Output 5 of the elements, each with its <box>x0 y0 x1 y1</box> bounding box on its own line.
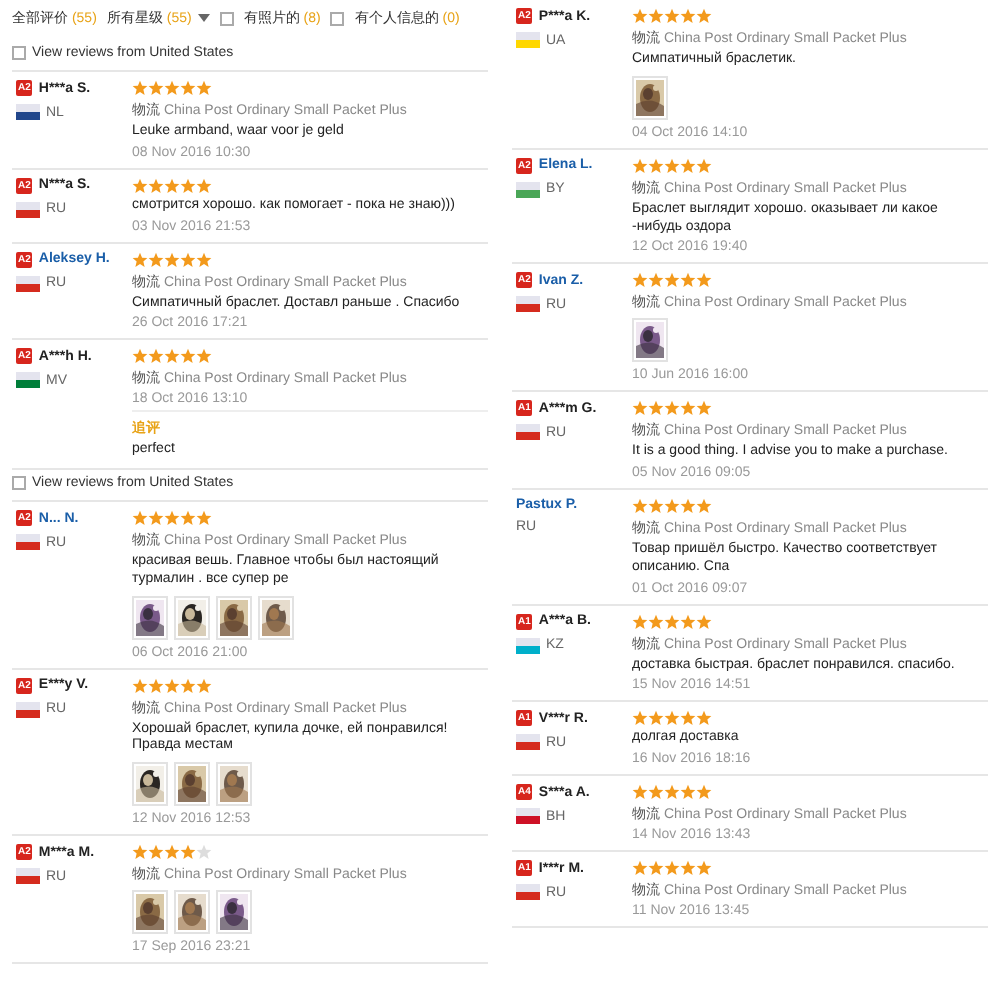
checkbox[interactable] <box>12 46 26 60</box>
checkbox[interactable] <box>12 476 26 490</box>
filter-checkbox[interactable] <box>219 11 234 25</box>
caret-icon <box>197 14 210 22</box>
filter-checkbox[interactable] <box>330 11 345 25</box>
